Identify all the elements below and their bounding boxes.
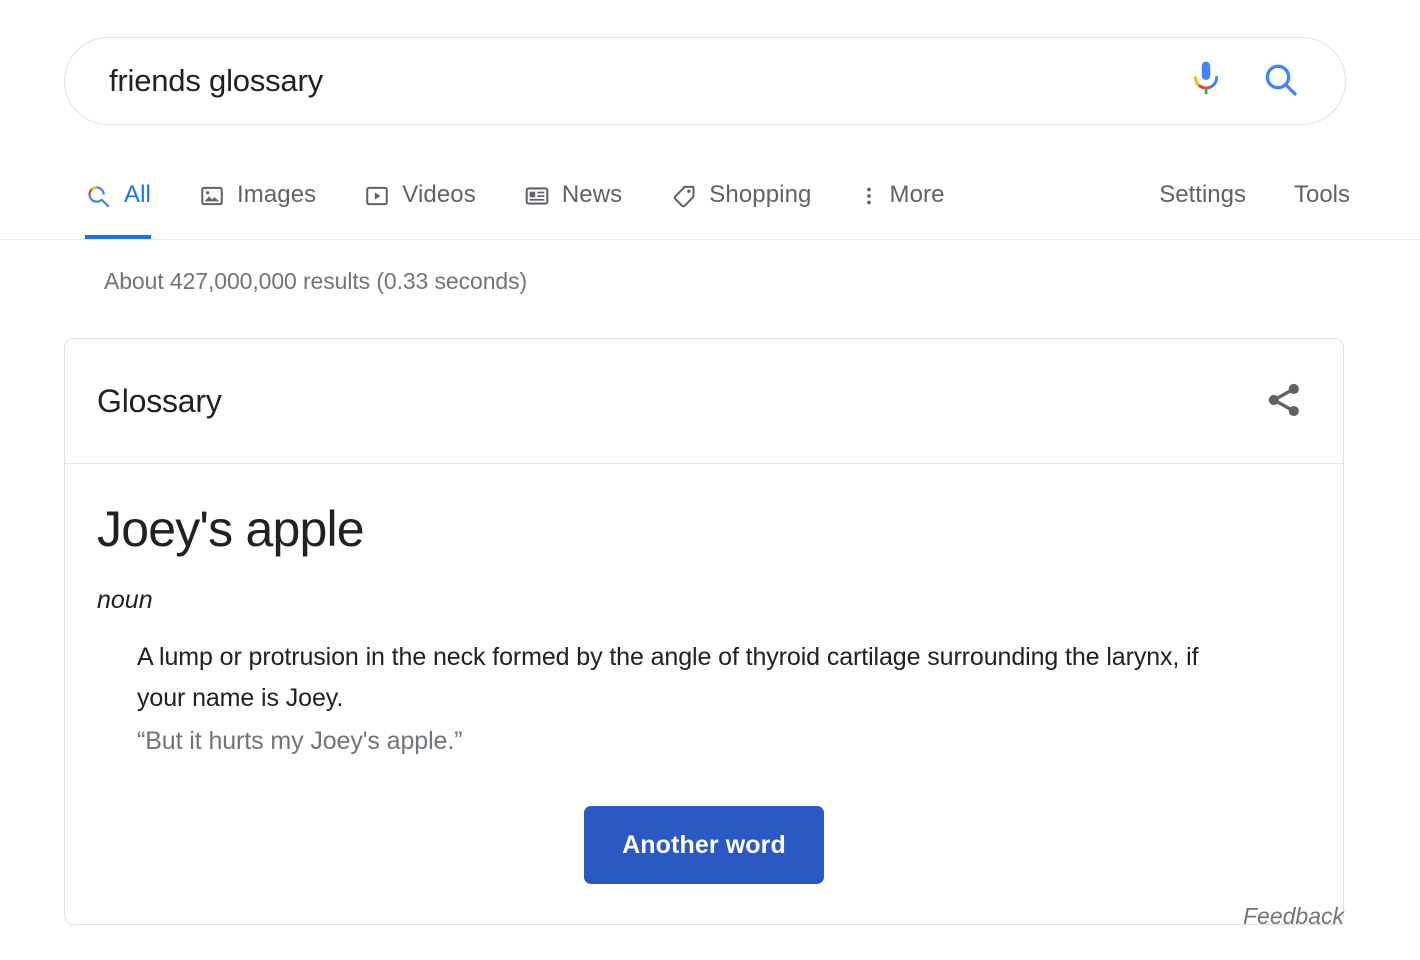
- tab-news[interactable]: News: [524, 160, 622, 239]
- search-bar[interactable]: [64, 37, 1346, 125]
- video-play-icon: [364, 183, 390, 214]
- another-word-button[interactable]: Another word: [584, 806, 824, 884]
- share-button[interactable]: [1257, 373, 1311, 430]
- search-bar-container: [64, 37, 1346, 125]
- result-stats: About 427,000,000 results (0.33 seconds): [104, 268, 527, 295]
- tab-shopping[interactable]: Shopping: [670, 160, 811, 239]
- google-search-results-page: All Images: [0, 0, 1420, 960]
- tab-more[interactable]: More: [860, 160, 945, 239]
- tab-all[interactable]: All: [85, 160, 151, 239]
- definition-text: A lump or protrusion in the neck formed …: [137, 637, 1242, 719]
- image-icon: [199, 183, 225, 214]
- glossary-term: Joey's apple: [97, 500, 1311, 558]
- tab-all-label: All: [124, 180, 151, 210]
- glossary-card-body: Joey's apple noun A lump or protrusion i…: [65, 464, 1343, 924]
- glossary-card-title: Glossary: [97, 383, 222, 420]
- settings-button[interactable]: Settings: [1159, 160, 1246, 210]
- search-icon: [1261, 60, 1301, 103]
- tab-images-label: Images: [237, 180, 316, 210]
- google-search-icon: [85, 183, 112, 215]
- tab-more-label: More: [890, 180, 945, 210]
- more-vertical-icon: [860, 183, 878, 214]
- search-submit-button[interactable]: [1261, 60, 1301, 103]
- search-input[interactable]: [107, 62, 1189, 100]
- search-tabs-bar: All Images: [0, 160, 1420, 240]
- tab-images[interactable]: Images: [199, 160, 316, 239]
- tab-videos-label: Videos: [402, 180, 476, 210]
- glossary-card-header: Glossary: [65, 339, 1343, 464]
- feedback-link[interactable]: Feedback: [1243, 903, 1344, 930]
- price-tag-icon: [670, 183, 697, 215]
- microphone-icon: [1189, 60, 1223, 103]
- voice-search-button[interactable]: [1189, 60, 1223, 103]
- search-tabs: All Images: [85, 160, 1350, 239]
- example-sentence: “But it hurts my Joey's apple.”: [137, 721, 1311, 762]
- news-icon: [524, 183, 550, 214]
- glossary-actions: Another word: [97, 806, 1311, 884]
- part-of-speech: noun: [97, 586, 1311, 615]
- tab-news-label: News: [562, 180, 622, 210]
- tools-button[interactable]: Tools: [1294, 160, 1350, 210]
- share-icon: [1263, 379, 1305, 424]
- glossary-card: Glossary Joey's apple noun A lump or pro…: [64, 338, 1344, 925]
- tab-shopping-label: Shopping: [709, 180, 811, 210]
- search-bar-actions: [1189, 60, 1315, 103]
- tab-videos[interactable]: Videos: [364, 160, 476, 239]
